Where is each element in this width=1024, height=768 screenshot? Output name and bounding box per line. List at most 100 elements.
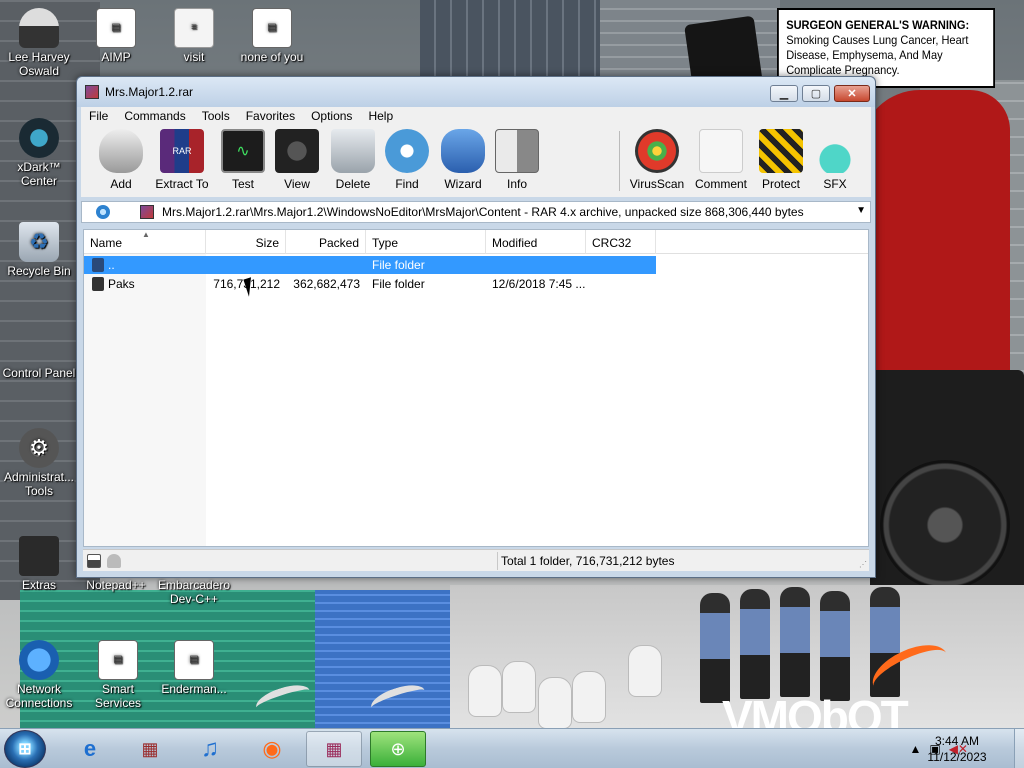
row-packed: 362,682,473 (293, 277, 360, 291)
find-label: Find (395, 177, 419, 191)
desktop-icon-label: xDark™ Center (17, 160, 61, 188)
minimize-button[interactable]: ▁ (770, 85, 798, 102)
wizard-label: Wizard (444, 177, 482, 191)
desktop-icon-enderman[interactable]: ▤ Enderman... (156, 640, 232, 696)
view-button[interactable]: View (267, 129, 327, 191)
compass-icon (385, 129, 429, 173)
find-button[interactable]: Find (377, 129, 437, 191)
desktop-icon-extras[interactable]: Extras (1, 536, 77, 592)
menu-file[interactable]: File (81, 107, 116, 125)
desktop-icon-network-connections[interactable]: Network Connections (1, 640, 77, 710)
protect-label: Protect (761, 177, 800, 191)
add-button[interactable]: Add (91, 129, 151, 191)
taskbar-winrar-button[interactable]: ▦ (306, 731, 362, 767)
desktop-icon-label: Recycle Bin (7, 264, 71, 278)
flask-icon (813, 129, 857, 173)
menu-help[interactable]: Help (360, 107, 401, 125)
up-folder-icon[interactable] (96, 205, 110, 219)
column-packed[interactable]: Packed (286, 230, 366, 254)
folder-icon (92, 277, 104, 291)
archive-icon (140, 205, 154, 219)
sfx-label: SFX (823, 177, 847, 191)
wizard-button[interactable]: Wizard (433, 129, 493, 191)
taskbar-firefox-button[interactable]: ◉ (244, 731, 300, 767)
menu-tools[interactable]: Tools (194, 107, 238, 125)
desktop-icon-label: Lee Harvey Oswald (8, 50, 70, 78)
person-icon (19, 8, 59, 48)
extract-to-button[interactable]: RAR Extract To (151, 129, 213, 191)
comment-button[interactable]: Comment (687, 129, 755, 191)
window-titlebar[interactable]: Mrs.Major1.2.rar ▁ ▢ ✕ (77, 77, 875, 107)
column-type[interactable]: Type (366, 230, 486, 254)
column-name[interactable]: Name ▲ (84, 230, 206, 254)
menu-commands[interactable]: Commands (116, 107, 193, 125)
row-modified: 12/6/2018 7:45 ... (492, 277, 586, 291)
clock-date: 11/12/2023 (927, 750, 987, 764)
menu-favorites[interactable]: Favorites (238, 107, 303, 125)
sfx-button[interactable]: SFX (805, 129, 865, 191)
show-desktop-button[interactable] (1014, 729, 1024, 768)
row-type: File folder (372, 277, 425, 291)
protect-button[interactable]: Protect (751, 129, 811, 191)
desktop-icon-label: none of you (240, 50, 304, 64)
address-bar[interactable]: Mrs.Major1.2.rar\Mrs.Major1.2\WindowsNoE… (81, 201, 871, 223)
recycle-bin-icon: ♻ (19, 222, 59, 262)
taskbar-winrar-archive-button[interactable]: ▦ (122, 731, 178, 767)
parent-folder-icon (92, 258, 104, 272)
toolbar-separator (619, 131, 620, 191)
column-modified[interactable]: Modified (486, 230, 586, 254)
desktop-icon-label: Control Panel (2, 366, 76, 380)
extract-to-label: Extract To (155, 177, 209, 191)
control-panel-icon (19, 324, 59, 364)
info-button[interactable]: Info (487, 129, 547, 191)
file-list: Name ▲ Size Packed Type Modified CRC32 ..… (83, 229, 869, 547)
window-title: Mrs.Major1.2.rar (105, 85, 194, 99)
taskbar-ie-button[interactable]: e (62, 731, 118, 767)
desktop-icon-recycle-bin[interactable]: ♻ Recycle Bin (1, 222, 77, 278)
winrar-app-icon (85, 85, 99, 99)
lock-icon[interactable] (107, 554, 121, 568)
xdark-icon (19, 118, 59, 158)
close-button[interactable]: ✕ (834, 85, 870, 102)
column-size[interactable]: Size (206, 230, 286, 254)
table-row[interactable]: .. File folder (84, 256, 656, 274)
music-note-icon: ♫ (201, 735, 219, 762)
desktop-icon-visit[interactable]: ≡ visit (156, 8, 232, 64)
note-icon (699, 129, 743, 173)
taskbar-unreal-button[interactable]: ⊕ (370, 731, 426, 767)
virusscan-button[interactable]: VirusScan (625, 129, 689, 191)
taskbar-clock[interactable]: 3:44 AM 11/12/2023 (902, 733, 1012, 765)
taskbar-music-button[interactable]: ♫ (182, 731, 238, 767)
desktop-icon-label: AIMP (101, 50, 131, 64)
finder-face-icon (495, 129, 539, 173)
resize-grip-icon[interactable]: ⋰ (859, 560, 867, 569)
windows-logo-icon: ⊞ (18, 741, 32, 758)
desktop-icon-smart-services[interactable]: ▤ Smart Services (80, 640, 156, 710)
drive-icon[interactable] (87, 554, 101, 568)
delete-button[interactable]: Delete (323, 129, 383, 191)
desktop-icon-xdark-center[interactable]: xDark™ Center (1, 118, 77, 188)
app-icon: ▤ (98, 640, 138, 680)
wallpaper-red-figure (860, 90, 1010, 390)
add-label: Add (110, 177, 132, 191)
desktop-icon-lee-harvey-oswald[interactable]: Lee Harvey Oswald (1, 8, 77, 78)
desktop-icon-aimp[interactable]: ▤ AIMP (78, 8, 154, 64)
table-row[interactable]: Paks 716,731,212 362,682,473 File folder… (84, 275, 656, 293)
start-button[interactable]: ⊞ (4, 730, 46, 768)
chevron-down-icon[interactable]: ▼ (856, 205, 866, 216)
app-icon: ▤ (252, 8, 292, 48)
comment-label: Comment (694, 177, 747, 191)
minimize-icon: ▁ (779, 88, 789, 100)
test-button[interactable]: ∿ Test (213, 129, 273, 191)
desktop-icon-label: Smart Services (94, 682, 141, 710)
desktop-icon-control-panel[interactable]: Control Panel (1, 324, 77, 380)
desktop-icon-administrative-tools[interactable]: ⚙ Administrat... Tools (1, 428, 77, 498)
radar-icon (635, 129, 679, 173)
column-crc32[interactable]: CRC32 (586, 230, 656, 254)
sort-ascending-icon: ▲ (142, 230, 150, 239)
desktop-icon-none-of-you[interactable]: ▤ none of you (234, 8, 310, 64)
desktop-icon-label: Network Connections (5, 682, 73, 710)
maximize-button[interactable]: ▢ (802, 85, 830, 102)
desktop-icon-label: Administrat... Tools (3, 470, 75, 498)
menu-options[interactable]: Options (303, 107, 360, 125)
